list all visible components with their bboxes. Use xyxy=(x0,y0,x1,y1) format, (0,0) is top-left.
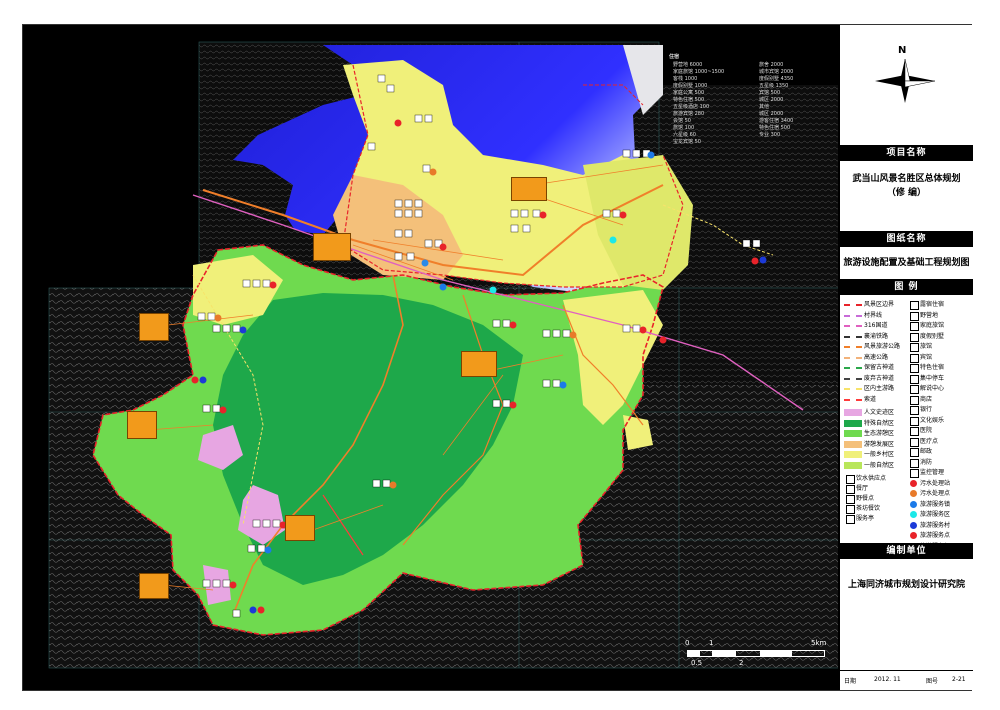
scale-label-0: 0 xyxy=(685,639,690,647)
stats-line: 家庭公寓 500 xyxy=(673,90,705,96)
date-row: 日期 2012. 11 图号 2-21 xyxy=(840,670,973,689)
service-label-box xyxy=(139,313,169,341)
stats-line: 五星级酒店 100 xyxy=(673,104,710,110)
scale-label-1: 1 xyxy=(709,639,714,647)
legend-header: 图 例 xyxy=(840,279,973,295)
stats-line: 会馆 50 xyxy=(673,118,691,124)
north-label: N xyxy=(898,45,907,56)
drawing-no-label: 图号 xyxy=(926,678,939,685)
accommodation-stats: 住宿 野营地 6000 家庭旅馆 1000~1500 客栈 1000 度假别墅 100… xyxy=(663,52,833,187)
service-label-box xyxy=(511,177,547,201)
stats-line: 旅舍 2000 xyxy=(759,62,784,68)
stats-line: 特色住宿 500 xyxy=(759,125,791,131)
compiler-name: 上海同济城市规划设计研究院 xyxy=(847,580,965,590)
date-label: 日期 xyxy=(844,678,857,685)
stats-line: 度假别墅 4350 xyxy=(759,76,794,82)
stats-column-1: 野营地 6000 家庭旅馆 1000~1500 客栈 1000 度假别墅 1000 家庭… xyxy=(673,62,753,146)
stats-line: 客栈 1000 xyxy=(673,76,698,82)
stats-line: 游客住宿 3400 xyxy=(759,118,794,124)
stats-line: 专业 300 xyxy=(759,132,781,138)
scale-label-2: 2 xyxy=(739,659,744,667)
stats-line: 六星级 60 xyxy=(673,132,696,138)
compass-icon xyxy=(875,59,936,103)
stats-line: 特色住宿 500 xyxy=(673,97,705,103)
project-name-header: 项目名称 xyxy=(840,145,973,161)
stats-line: 宝龙宾馆 50 xyxy=(673,139,701,145)
north-arrow: N xyxy=(870,45,940,115)
drawing-name: 旅游设施配置及基础工程规划图 xyxy=(843,258,970,268)
service-label-box xyxy=(127,411,157,439)
service-label-box xyxy=(285,515,315,541)
stats-line: 五星级 1350 xyxy=(759,83,789,89)
stats-line: 城市宾馆 2000 xyxy=(759,69,794,75)
scale-bar: 0 1 5km 0.5 2 xyxy=(685,639,833,679)
service-label-box xyxy=(139,573,169,599)
stats-column-2: 旅舍 2000 城市宾馆 2000 度假别墅 4350 五星级 1350 宾馆 500 城… xyxy=(759,62,833,139)
map-sheet: 住宿 野营地 6000 家庭旅馆 1000~1500 客栈 1000 度假别墅 100… xyxy=(22,24,973,691)
project-name: 武当山风景名胜区总体规划 xyxy=(852,174,961,184)
project-name-sub: （修 编） xyxy=(886,188,927,198)
compiler-header: 编制单位 xyxy=(840,543,973,559)
title-block-panel: N 项目名称 武当山风景名胜区总体规划 （修 编） 图纸名称 旅游设施配置及基础… xyxy=(838,25,973,690)
stats-header: 住宿 xyxy=(669,54,680,60)
stats-line: 其他 xyxy=(759,104,770,110)
stats-line: 度假别墅 1000 xyxy=(673,83,708,89)
service-label-box xyxy=(313,233,351,261)
stats-line: 宾馆 500 xyxy=(759,90,781,96)
scale-label-5km: 5km xyxy=(811,639,827,647)
legend: 风景区边界 村界线 316国道 襄渝铁路 风景旅游公路 高速公路 保留古神道 废弃古神道 区内主… xyxy=(842,297,971,555)
stats-line: 旅馆 100 xyxy=(673,125,695,131)
scale-label-0-5: 0.5 xyxy=(691,659,703,667)
map-canvas[interactable]: 住宿 野营地 6000 家庭旅馆 1000~1500 客栈 1000 度假别墅 100… xyxy=(23,25,838,690)
stats-line: 野营地 6000 xyxy=(673,62,703,68)
service-label-box xyxy=(461,351,497,377)
scale-bar-track xyxy=(687,650,825,657)
stats-line: 旅游宾馆 280 xyxy=(673,111,705,117)
stats-line: 城区 2000 xyxy=(759,111,784,117)
stats-line: 城区 2000 xyxy=(759,97,784,103)
date-value: 2012. 11 xyxy=(874,676,901,683)
stats-line: 家庭旅馆 1000~1500 xyxy=(673,69,725,75)
drawing-name-header: 图纸名称 xyxy=(840,231,973,247)
drawing-no: 2-21 xyxy=(952,676,966,683)
